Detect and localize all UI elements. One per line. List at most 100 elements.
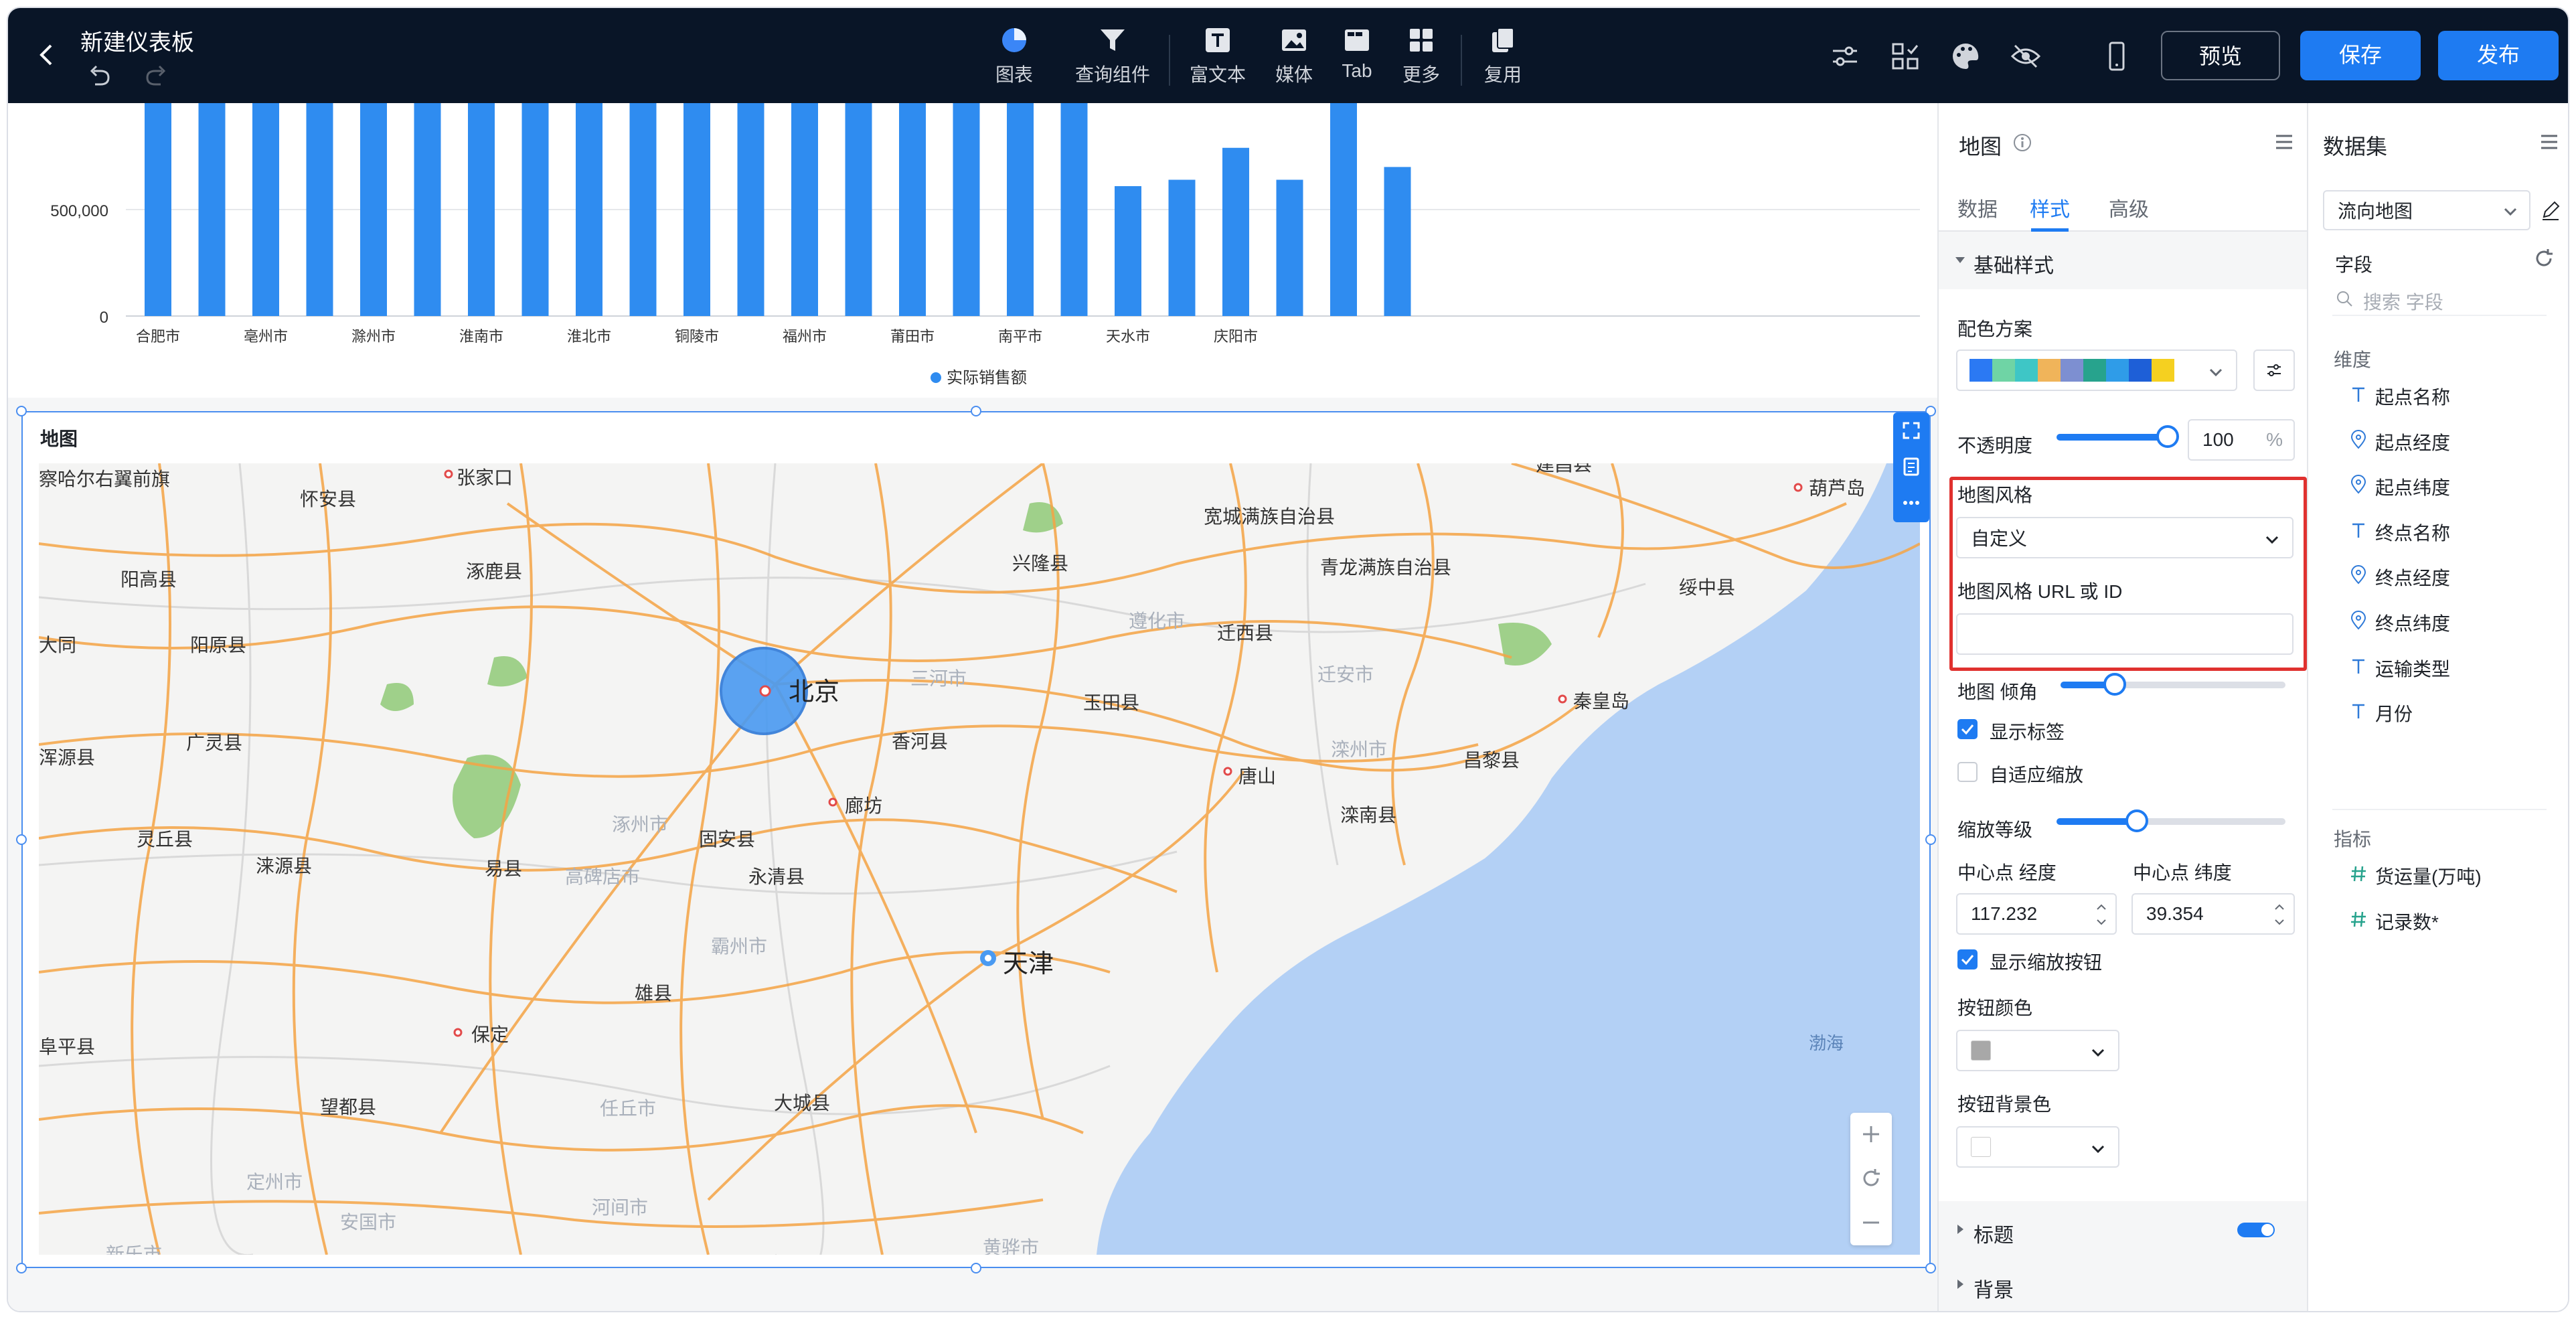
center-lng-input[interactable]: 117.232	[1956, 893, 2117, 935]
reuse-tool[interactable]: 复用	[1479, 25, 1526, 87]
resize-handle[interactable]	[971, 406, 981, 416]
media-tool[interactable]: 媒体	[1271, 25, 1317, 87]
tab-data[interactable]: 数据	[1957, 193, 1998, 222]
bar[interactable]	[1115, 186, 1141, 316]
more-options-icon[interactable]	[1901, 493, 1921, 513]
refresh-icon[interactable]	[2533, 248, 2555, 269]
resize-handle[interactable]	[16, 1263, 27, 1273]
stepper-icon[interactable]	[2094, 900, 2109, 929]
resize-handle[interactable]	[16, 406, 27, 416]
show-label-checkbox[interactable]	[1957, 719, 1978, 739]
field-search[interactable]: 搜索 字段	[2332, 281, 2547, 316]
bar[interactable]	[683, 103, 710, 316]
detail-icon[interactable]	[1901, 457, 1921, 477]
bar[interactable]	[629, 103, 657, 316]
bar[interactable]	[953, 103, 980, 316]
bar[interactable]	[1222, 147, 1249, 316]
settings-sliders-icon[interactable]	[1829, 40, 1861, 72]
map-pitch-slider[interactable]	[2061, 673, 2285, 696]
palette-settings-button[interactable]	[2253, 350, 2295, 391]
zoom-level-slider[interactable]	[2057, 809, 2285, 832]
opacity-input[interactable]: 100 %	[2188, 419, 2295, 461]
tab-advanced[interactable]: 高级	[2109, 193, 2149, 222]
redo-icon[interactable]	[142, 62, 169, 88]
palette-icon[interactable]	[1949, 40, 1982, 72]
bar[interactable]	[306, 103, 333, 316]
dimension-field[interactable]: 起点名称	[2375, 383, 2450, 410]
layout-check-icon[interactable]	[1889, 40, 1921, 72]
section-title[interactable]: 标题	[1939, 1201, 2308, 1259]
dimension-field[interactable]: 起点纬度	[2375, 473, 2450, 500]
map-canvas[interactable]: 北京 天津 张家口 察哈尔右翼前旗 怀安县 涿鹿县 阳高县 大同 阳原县 广灵县…	[39, 463, 1920, 1255]
title-toggle[interactable]	[2237, 1223, 2275, 1237]
more-tool[interactable]: 更多	[1398, 25, 1445, 87]
tab-style[interactable]: 样式	[2030, 193, 2070, 222]
rich-text-tool[interactable]: 富文本	[1189, 25, 1246, 87]
dimension-field[interactable]: 起点经度	[2375, 429, 2450, 455]
auto-zoom-checkbox[interactable]	[1957, 762, 1978, 782]
bar[interactable]	[521, 103, 549, 316]
dimension-field[interactable]: 运输类型	[2375, 655, 2450, 682]
dimension-field[interactable]: 终点名称	[2375, 519, 2450, 546]
edit-icon[interactable]	[2540, 200, 2561, 221]
slider-handle[interactable]	[2125, 809, 2148, 832]
save-button[interactable]: 保存	[2300, 31, 2421, 80]
reset-rotate-icon[interactable]	[1860, 1168, 1882, 1189]
collapse-menu-icon[interactable]	[2539, 131, 2560, 153]
bar[interactable]	[737, 103, 764, 316]
undo-icon[interactable]	[87, 62, 114, 88]
color-scheme-select[interactable]	[1956, 350, 2237, 391]
info-icon[interactable]	[2012, 133, 2032, 153]
bar[interactable]	[414, 103, 441, 316]
resize-handle[interactable]	[971, 1263, 981, 1273]
bar[interactable]	[1330, 103, 1357, 316]
bar[interactable]	[1060, 103, 1088, 316]
bar[interactable]	[1168, 179, 1196, 316]
resize-handle[interactable]	[16, 834, 27, 845]
dataset-select[interactable]: 流向地图	[2323, 190, 2530, 230]
eye-off-icon[interactable]	[2010, 40, 2042, 72]
button-color-picker[interactable]	[1956, 1030, 2119, 1071]
slider-handle[interactable]	[2103, 673, 2126, 696]
collapse-menu-icon[interactable]	[2273, 131, 2295, 153]
section-basic-style[interactable]: 基础样式	[1939, 232, 2308, 289]
section-background[interactable]: 背景	[1939, 1256, 2308, 1311]
dimension-field[interactable]: 终点纬度	[2375, 609, 2450, 636]
publish-button[interactable]: 发布	[2438, 31, 2559, 80]
center-lat-input[interactable]: 39.354	[2131, 893, 2295, 935]
back-arrow-icon[interactable]	[33, 42, 60, 68]
zoom-in-icon[interactable]	[1860, 1123, 1882, 1145]
bar[interactable]	[845, 103, 872, 316]
preview-button[interactable]: 预览	[2161, 31, 2280, 80]
map-widget[interactable]: 地图 北京 天津 张家口 察哈尔右翼前旗 怀安县 涿鹿县 阳高县 大同 阳原县 …	[21, 411, 1931, 1268]
stepper-icon[interactable]	[2272, 900, 2287, 929]
bar[interactable]	[899, 103, 926, 316]
dimension-field[interactable]: 终点经度	[2375, 564, 2450, 591]
resize-handle[interactable]	[1925, 1263, 1936, 1273]
tab-tool[interactable]: Tab	[1334, 25, 1380, 82]
show-zoom-button-checkbox[interactable]	[1957, 949, 1978, 969]
bar[interactable]	[576, 103, 602, 316]
bar[interactable]	[1384, 167, 1411, 316]
slider-handle[interactable]	[2156, 425, 2179, 448]
zoom-out-icon[interactable]	[1860, 1212, 1882, 1233]
fullscreen-icon[interactable]	[1901, 420, 1921, 441]
bar[interactable]	[1276, 179, 1303, 316]
mobile-device-icon[interactable]	[2101, 40, 2133, 72]
button-bg-picker[interactable]	[1956, 1126, 2119, 1168]
bar[interactable]	[252, 103, 279, 316]
bar[interactable]	[791, 103, 818, 316]
bar[interactable]	[468, 103, 495, 316]
bar[interactable]	[360, 103, 387, 316]
bar[interactable]	[198, 103, 226, 316]
metric-field[interactable]: 记录数*	[2375, 908, 2439, 935]
metric-field[interactable]: 货运量(万吨)	[2375, 862, 2482, 889]
bar-chart-widget[interactable]: 0 500,000 合肥市 亳州市 滁州市 淮南市 淮北市 铜陵市 福州市 莆田市 南平市 天水市 庆阳…	[8, 103, 1937, 398]
bar[interactable]	[145, 103, 171, 316]
opacity-slider[interactable]	[2057, 425, 2179, 448]
chart-tool[interactable]: 图表	[991, 25, 1038, 87]
resize-handle[interactable]	[1925, 834, 1936, 845]
query-component-tool[interactable]: 查询组件	[1075, 25, 1150, 87]
bar[interactable]	[1007, 103, 1034, 316]
dashboard-title[interactable]: 新建仪表板	[80, 24, 194, 57]
